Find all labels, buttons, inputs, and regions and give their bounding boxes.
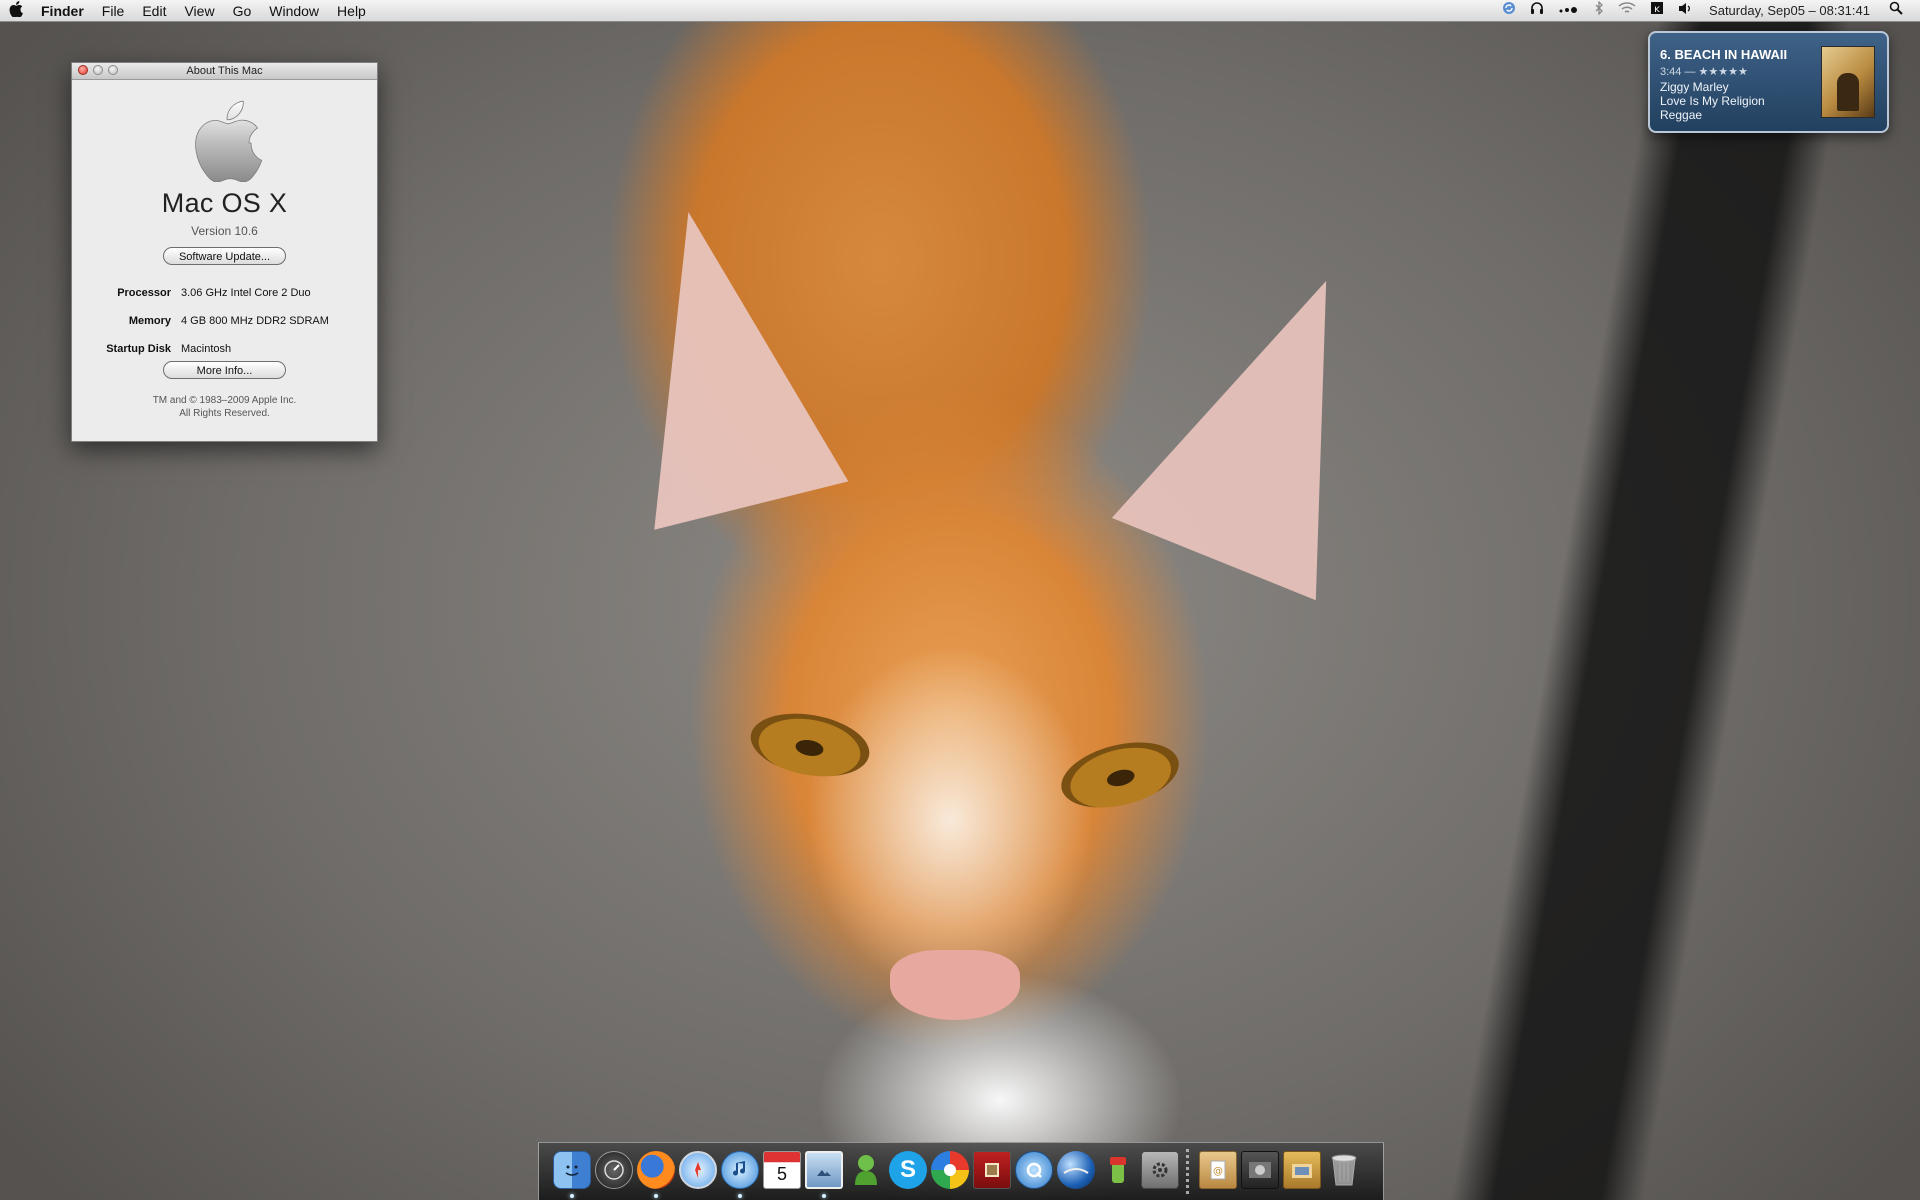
menu-help[interactable]: Help xyxy=(328,0,375,22)
spec-value: 4 GB 800 MHz DDR2 SDRAM xyxy=(181,315,329,327)
menu-view[interactable]: View xyxy=(175,0,223,22)
spec-label: Startup Disk xyxy=(106,343,171,355)
svg-text:ᴋ: ᴋ xyxy=(1654,4,1660,15)
track-album: Love Is My Religion xyxy=(1660,94,1765,108)
track-artist: Ziggy Marley xyxy=(1660,80,1729,94)
spec-memory: Memory 4 GB 800 MHz DDR2 SDRAM xyxy=(72,307,377,335)
ical-day-label: 5 xyxy=(776,1163,787,1184)
spec-value: 3.06 GHz Intel Core 2 Duo xyxy=(181,287,311,299)
dots-icon[interactable] xyxy=(1551,0,1587,22)
running-indicator xyxy=(822,1194,826,1198)
legal-text: TM and © 1983–2009 Apple Inc. All Rights… xyxy=(72,394,377,420)
transmission-icon[interactable] xyxy=(1099,1151,1137,1189)
adium-icon[interactable] xyxy=(847,1151,885,1189)
zoom-button[interactable] xyxy=(108,65,118,75)
spec-startup-disk: Startup Disk Macintosh xyxy=(72,335,377,363)
more-info-button[interactable]: More Info... xyxy=(163,361,286,379)
menu-window[interactable]: Window xyxy=(260,0,328,22)
spec-value: Macintosh xyxy=(181,343,232,355)
picasa-center xyxy=(944,1164,956,1176)
wifi-icon[interactable] xyxy=(1611,0,1643,22)
album-cover xyxy=(1821,46,1875,118)
preview-icon[interactable] xyxy=(805,1151,843,1189)
track-time-rating: 3:44 — ★★★★★ xyxy=(1660,66,1748,78)
headphones-icon[interactable] xyxy=(1523,0,1551,22)
track-genre: Reggae xyxy=(1660,108,1703,122)
minimize-button[interactable] xyxy=(93,65,103,75)
volume-icon[interactable] xyxy=(1671,0,1699,22)
applications-stack-icon[interactable] xyxy=(1283,1151,1321,1189)
spec-label: Processor xyxy=(117,287,171,299)
documents-stack-icon[interactable]: @ xyxy=(1199,1151,1237,1189)
bluetooth-icon[interactable] xyxy=(1587,0,1611,22)
ical-icon[interactable]: 5 xyxy=(763,1151,801,1189)
menu-file[interactable]: File xyxy=(93,0,134,22)
safari-icon[interactable] xyxy=(679,1151,717,1189)
os-version: Version 10.6 xyxy=(191,224,258,238)
menu-edit[interactable]: Edit xyxy=(133,0,175,22)
downloads-stack-icon[interactable] xyxy=(1241,1151,1279,1189)
firefox-icon[interactable] xyxy=(637,1151,675,1189)
spec-label: Memory xyxy=(128,315,171,327)
dock: 5 S @ xyxy=(538,1142,1384,1200)
trash-icon[interactable] xyxy=(1325,1151,1363,1189)
running-indicator xyxy=(738,1194,742,1198)
system-preferences-icon[interactable] xyxy=(1141,1151,1179,1189)
now-playing-widget[interactable]: 6. BEACH IN HAWAII 3:44 — ★★★★★ Ziggy Ma… xyxy=(1648,31,1889,133)
sync-icon[interactable] xyxy=(1495,0,1523,22)
apple-menu-icon[interactable] xyxy=(0,0,32,21)
spec-processor: Processor 3.06 GHz Intel Core 2 Duo xyxy=(72,279,377,307)
close-button[interactable] xyxy=(78,65,88,75)
dock-separator xyxy=(1186,1149,1189,1195)
specs-list: Processor 3.06 GHz Intel Core 2 Duo Memo… xyxy=(72,279,377,363)
running-indicator xyxy=(654,1194,658,1198)
quicktime-icon[interactable] xyxy=(1015,1151,1053,1189)
running-indicator xyxy=(570,1194,574,1198)
track-title: 6. BEACH IN HAWAII xyxy=(1660,47,1788,62)
wallpaper-cat-nose xyxy=(890,950,1020,1020)
window-titlebar[interactable]: About This Mac xyxy=(72,63,377,80)
picasa-icon[interactable] xyxy=(931,1151,969,1189)
svg-text:@: @ xyxy=(1213,1166,1223,1177)
google-earth-icon[interactable] xyxy=(1057,1151,1095,1189)
about-this-mac-window: About This Mac Mac OS X Version 10.6 Sof… xyxy=(71,62,378,442)
apple-logo-icon xyxy=(194,100,262,182)
itunes-icon[interactable] xyxy=(721,1151,759,1189)
menubar: Finder File Edit View Go Window Help ᴋ S… xyxy=(0,0,1920,22)
window-title: About This Mac xyxy=(186,65,263,77)
menu-go[interactable]: Go xyxy=(224,0,261,22)
legal-line: All Rights Reserved. xyxy=(179,408,270,419)
input-menu-icon[interactable]: ᴋ xyxy=(1643,0,1671,22)
photo-booth-icon[interactable] xyxy=(973,1151,1011,1189)
menu-app-name[interactable]: Finder xyxy=(32,0,93,22)
legal-line: TM and © 1983–2009 Apple Inc. xyxy=(152,395,297,406)
menubar-clock[interactable]: Saturday, Sep05 – 08:31:41 xyxy=(1699,0,1882,22)
search-icon[interactable] xyxy=(1882,0,1910,22)
software-update-button[interactable]: Software Update... xyxy=(163,247,286,265)
dashboard-icon[interactable] xyxy=(595,1151,633,1189)
os-name: Mac OS X xyxy=(161,188,288,218)
skype-icon[interactable]: S xyxy=(889,1151,927,1189)
finder-icon[interactable] xyxy=(553,1151,591,1189)
